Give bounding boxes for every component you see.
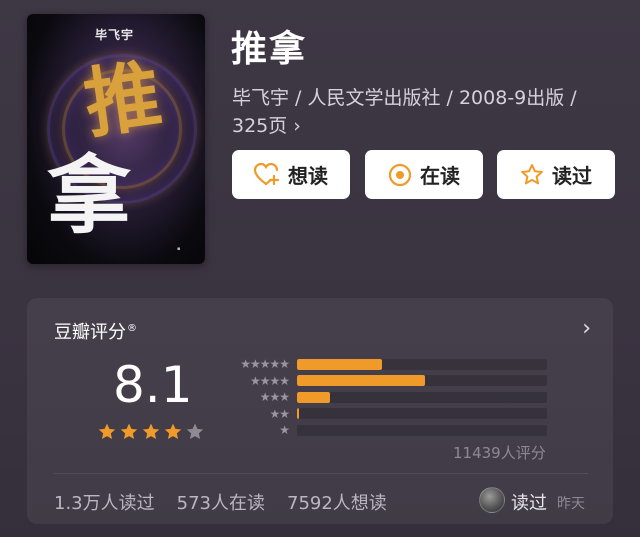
rating-bar [297,391,330,403]
star-filled-icon [120,423,138,439]
book-title: 推拿 [231,29,308,70]
target-icon [388,163,412,187]
want-to-read-button[interactable]: 想读 [232,150,350,199]
rating-card[interactable]: 豆瓣评分® › 8.1 ★★★★★ ★★★★ ★★★ ★★ ★ 11439人评分 1.3… [27,298,613,524]
rating-count: 11439人评分 [453,444,546,462]
star-filled-icon [142,423,160,439]
star-filled-icon [164,423,182,439]
book-meta-line: 毕飞宇 / 人民文学出版社 / 2008-9出版 / [232,87,577,109]
star-level-icon: ★ [279,423,290,438]
star-filled-icon [98,423,116,439]
rating-bar [297,358,382,370]
rating-score: 8.1 [113,356,193,414]
star-level-icon: ★★★ [259,390,290,405]
rating-bar-row: ★★ [223,406,547,423]
stat-want[interactable]: 7592人想读 [287,489,387,515]
registered-mark: ® [127,323,137,334]
book-cover[interactable]: 毕飞宇 推 拿 ▪ [27,14,205,264]
rating-bar-row: ★★★ [223,389,547,406]
book-meta[interactable]: 毕飞宇 / 人民文学出版社 / 2008-9出版 / 325页 › [232,84,612,140]
rating-bar-track [297,408,547,420]
reading-label: 在读 [420,164,460,188]
rating-bar-track [297,375,547,387]
star-level-icon: ★★★★★ [240,357,290,372]
stat-read[interactable]: 1.3万人读过 [54,489,155,515]
rating-bar-track [297,358,547,370]
rating-bar [297,408,299,420]
heart-plus-icon [254,162,280,187]
rating-bar-track [297,424,547,436]
cover-imprint: ▪ [177,246,181,252]
book-meta-line-2: 325页 › [232,115,301,137]
rating-bar-row: ★ [223,422,547,439]
rating-bar [297,375,425,387]
chevron-right-icon: › [293,115,301,137]
my-status-time: 昨天 [557,496,585,512]
reader-stats: 1.3万人读过 573人在读 7592人想读 [54,489,387,515]
rating-distribution: ★★★★★ ★★★★ ★★★ ★★ ★ [223,356,547,439]
have-read-button[interactable]: 读过 [497,150,615,199]
reading-button[interactable]: 在读 [365,150,483,199]
rating-title: 豆瓣评分® [54,322,137,343]
rating-bar-track [297,391,547,403]
stat-reading[interactable]: 573人在读 [177,489,265,515]
avatar[interactable] [479,487,505,513]
rating-stars [97,422,205,442]
divider [54,473,588,474]
star-empty-icon [186,423,204,439]
want-to-read-label: 想读 [288,164,328,188]
rating-bar-row: ★★★★★ [223,356,547,373]
my-status: 读过 [511,493,547,514]
star-level-icon: ★★ [269,406,290,421]
star-icon [520,163,544,187]
cover-title-char: 推 [79,50,167,149]
cover-title-char: 拿 [47,146,132,245]
have-read-label: 读过 [552,164,592,188]
rating-bar-row: ★★★★ [223,373,547,390]
chevron-right-icon[interactable]: › [582,316,591,341]
cover-author: 毕飞宇 [95,28,135,42]
star-level-icon: ★★★★ [249,373,290,388]
